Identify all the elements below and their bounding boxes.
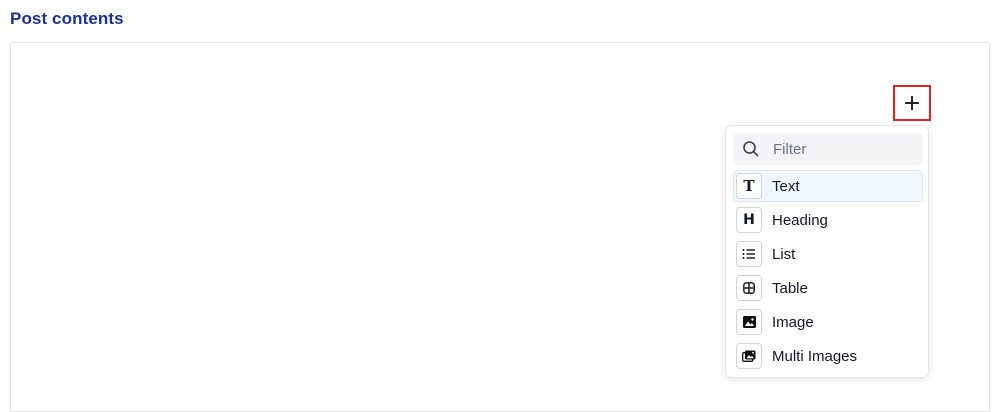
search-icon — [741, 139, 761, 159]
add-block-button[interactable] — [893, 85, 931, 121]
section-title: Post contents — [10, 9, 124, 28]
text-icon: T — [736, 173, 762, 199]
menu-item-list[interactable]: List — [733, 238, 923, 270]
menu-item-label: Text — [772, 177, 800, 195]
multi-images-icon — [736, 343, 762, 369]
menu-item-label: Multi Images — [772, 347, 858, 365]
menu-item-multi-images[interactable]: Multi Images — [733, 340, 923, 372]
filter-field[interactable] — [733, 133, 923, 165]
plus-icon — [905, 96, 919, 110]
list-icon — [736, 241, 762, 267]
heading-icon: H — [736, 207, 762, 233]
filter-input[interactable] — [773, 140, 913, 158]
block-type-menu: T Text H Heading List Table — [725, 125, 929, 378]
image-icon — [736, 309, 762, 335]
menu-item-text[interactable]: T Text — [733, 170, 923, 202]
menu-item-table[interactable]: Table — [733, 272, 923, 304]
menu-item-label: List — [772, 245, 796, 263]
menu-item-label: Image — [772, 313, 814, 331]
table-icon — [736, 275, 762, 301]
menu-item-label: Heading — [772, 211, 828, 229]
menu-item-image[interactable]: Image — [733, 306, 923, 338]
menu-item-heading[interactable]: H Heading — [733, 204, 923, 236]
menu-item-label: Table — [772, 279, 808, 297]
